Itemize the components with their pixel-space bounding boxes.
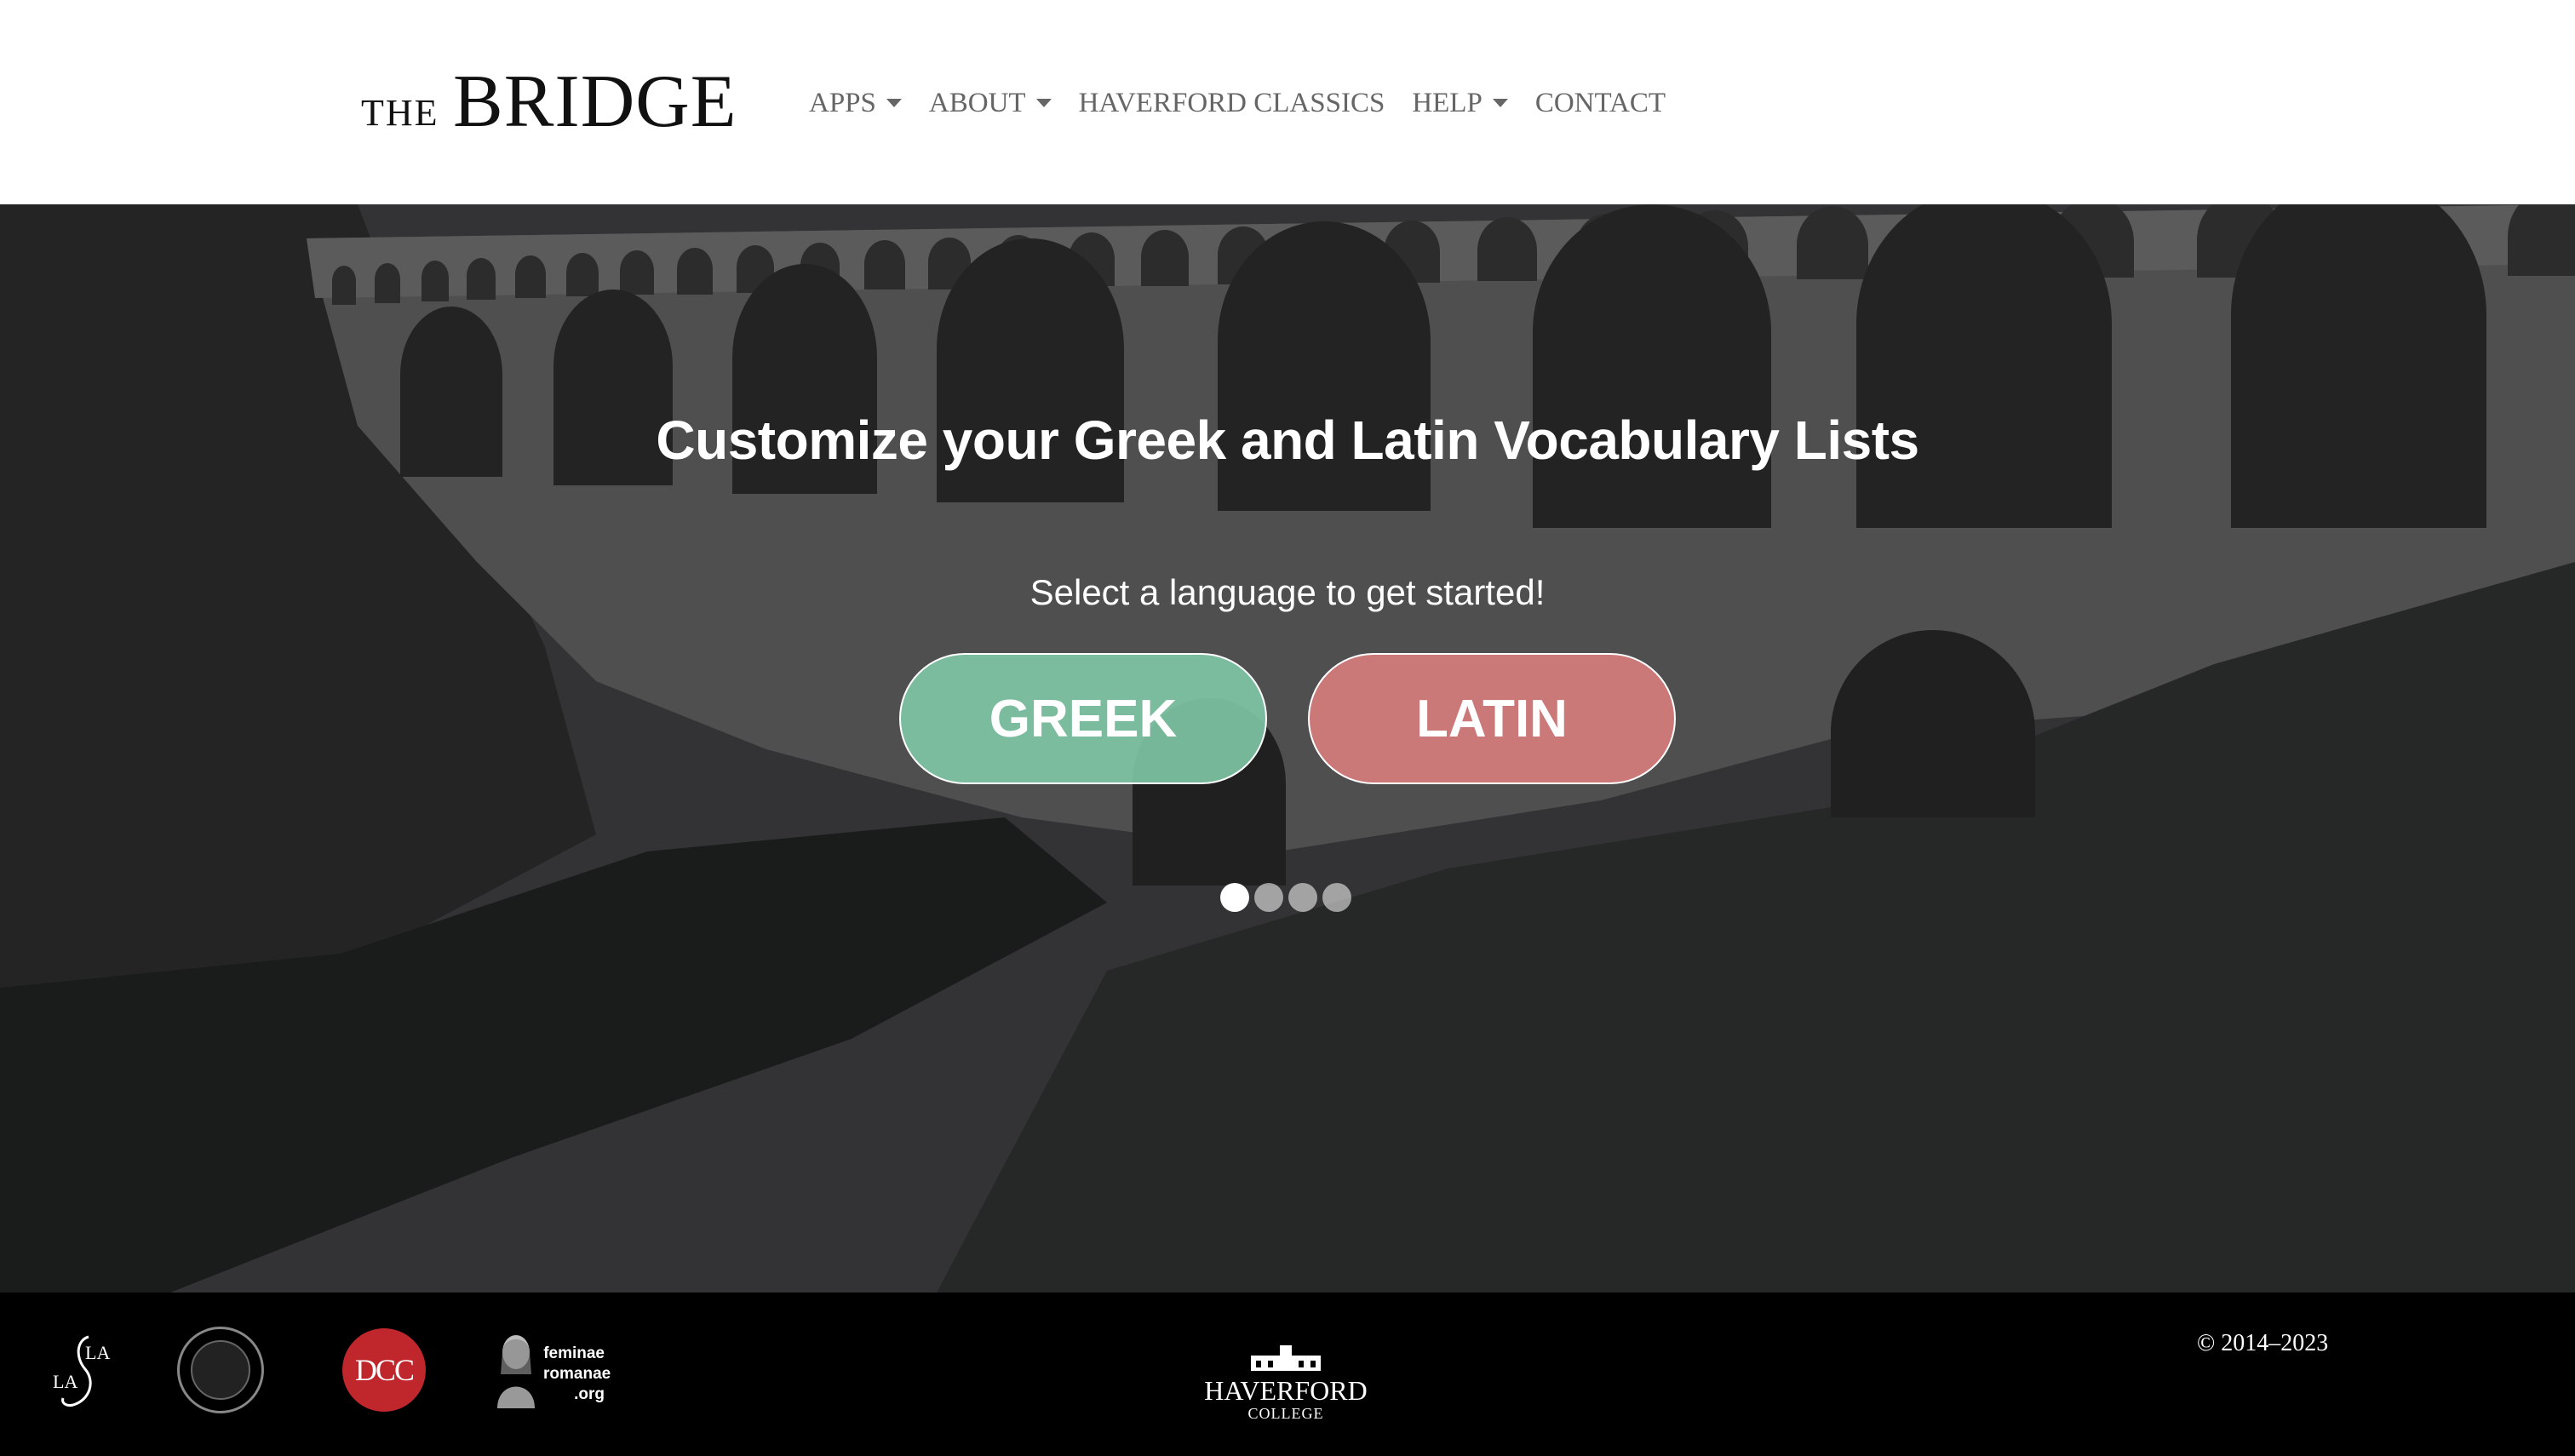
greek-button[interactable]: GREEK — [899, 653, 1267, 784]
nav-label: CONTACT — [1534, 87, 1666, 118]
nav-label: HAVERFORD CLASSICS — [1078, 87, 1385, 118]
haverford-name: HAVERFORD — [1204, 1375, 1368, 1406]
logo-large-text: BRIDGE — [453, 60, 737, 143]
copyright-text: © 2014–2023 — [2197, 1330, 2329, 1356]
nav-item-contact[interactable]: CONTACT — [1535, 88, 1666, 119]
caret-down-icon — [1492, 99, 1508, 107]
svg-text:LA: LA — [53, 1371, 77, 1392]
nav-label: ABOUT — [928, 87, 1026, 118]
carousel-dot-2[interactable] — [1254, 883, 1283, 912]
site-header: THE BRIDGE APPS ABOUT HAVERFORD CLASSICS… — [0, 0, 2575, 204]
hero-subtitle: Select a language to get started! — [1029, 572, 1546, 612]
feminae-romanae-logo[interactable]: feminae romanae .org — [492, 1327, 611, 1420]
caret-down-icon — [1035, 99, 1052, 107]
site-footer: LA LA DCC feminae romanae .org HAVERFORD… — [0, 1293, 2575, 1456]
latin-button[interactable]: LATIN — [1308, 653, 1676, 784]
main-nav: APPS ABOUT HAVERFORD CLASSICS HELP CONTA… — [809, 82, 1693, 124]
neh-seal-logo[interactable] — [177, 1327, 264, 1413]
lasla-logo[interactable]: LA LA — [51, 1328, 112, 1413]
caret-down-icon — [886, 99, 902, 107]
haverford-college-logo[interactable]: HAVERFORD COLLEGE — [1201, 1344, 1371, 1432]
site-logo[interactable]: THE BRIDGE — [358, 60, 766, 145]
nav-item-help[interactable]: HELP — [1412, 88, 1508, 119]
carousel-dot-4[interactable] — [1322, 883, 1351, 912]
carousel-dot-3[interactable] — [1288, 883, 1317, 912]
aqueduct-background-image — [0, 204, 2575, 1293]
nav-item-about[interactable]: ABOUT — [929, 88, 1052, 119]
dcc-logo[interactable]: DCC — [342, 1328, 426, 1412]
hero-banner: Customize your Greek and Latin Vocabular… — [0, 204, 2575, 1293]
haverford-sub: COLLEGE — [1247, 1405, 1324, 1422]
nav-item-haverford-classics[interactable]: HAVERFORD CLASSICS — [1079, 88, 1385, 119]
logo-small-text: THE — [361, 92, 439, 134]
haverford-building-icon — [1251, 1345, 1321, 1371]
bust-icon — [497, 1335, 535, 1408]
nav-label: APPS — [809, 87, 876, 118]
nav-item-apps[interactable]: APPS — [809, 88, 902, 119]
feminae-text: feminae romanae .org — [543, 1344, 611, 1403]
carousel-dot-1[interactable] — [1220, 883, 1249, 912]
svg-text:LA: LA — [85, 1342, 110, 1363]
lasla-logo-icon: LA LA — [53, 1335, 110, 1407]
nav-label: HELP — [1412, 87, 1482, 118]
carousel-indicators — [1220, 883, 1356, 912]
hero-title: Customize your Greek and Latin Vocabular… — [656, 410, 1919, 471]
eagle-seal-icon — [191, 1340, 250, 1400]
